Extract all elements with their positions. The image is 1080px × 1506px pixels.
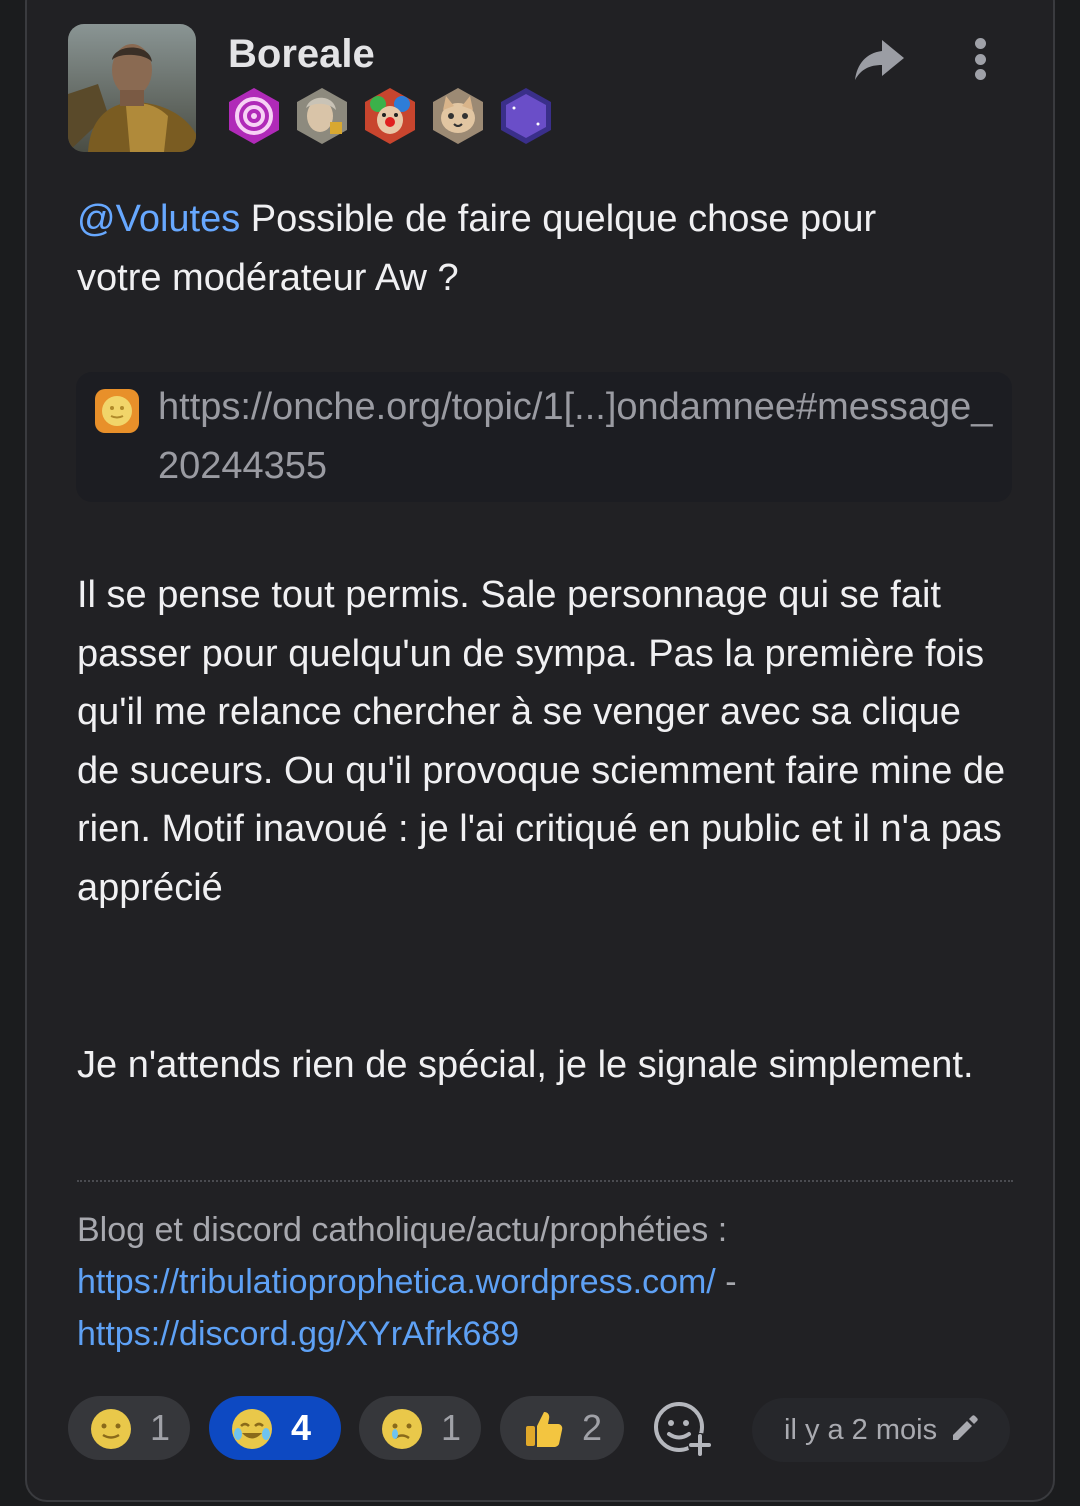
reaction-count: 2 (582, 1407, 603, 1448)
timestamp: il y a 2 mois (784, 1414, 938, 1446)
share-icon[interactable] (852, 36, 906, 84)
reaction-button[interactable]: 2 (500, 1396, 624, 1460)
reaction-count: 4 (291, 1407, 312, 1448)
spiral-badge[interactable] (226, 86, 282, 146)
reaction-button[interactable]: 1 (68, 1396, 190, 1460)
user-mention[interactable]: @Volutes (77, 198, 240, 240)
cat-badge[interactable] (430, 86, 486, 146)
reaction-count: 1 (441, 1407, 462, 1448)
signature-text: Blog et discord catholique/actu/prophéti… (77, 1211, 728, 1249)
reaction-button[interactable]: 4 (209, 1396, 341, 1460)
crying-laughing-icon (232, 1409, 272, 1449)
reaction-button[interactable]: 1 (359, 1396, 481, 1460)
smiley-yellow-icon (91, 1409, 131, 1449)
username[interactable]: Boreale (228, 32, 375, 77)
user-avatar[interactable] (68, 24, 196, 152)
thumbs-up-icon (526, 1412, 563, 1447)
message-line-1: Possible de faire quelque chose pour (240, 198, 877, 240)
timestamp-pill[interactable]: il y a 2 mois (752, 1398, 1010, 1462)
message-intro: @Volutes Possible de faire quelque chose… (77, 190, 1007, 307)
message-paragraph: Il se pense tout permis. Sale personnage… (77, 574, 1006, 909)
signature-blog-link[interactable]: https://tribulatioprophetica.wordpress.c… (77, 1263, 716, 1301)
badge-row (226, 86, 554, 146)
signature-separator: - (715, 1263, 737, 1301)
more-options-icon[interactable] (962, 34, 998, 84)
add-reaction-icon[interactable] (652, 1400, 714, 1458)
embed-url[interactable]: https://onche.org/topic/1[...]ondamnee#m… (158, 378, 998, 495)
message-line-2: votre modérateur Aw ? (77, 256, 459, 299)
clown-badge[interactable] (362, 86, 418, 146)
crying-icon (382, 1409, 422, 1449)
signature-discord-link[interactable]: https://discord.gg/XYrAfrk689 (77, 1315, 519, 1353)
message-paragraph-last: Je n'attends rien de spécial, je le sign… (77, 1044, 974, 1086)
reaction-count: 1 (150, 1407, 171, 1448)
signature-divider (77, 1180, 1013, 1182)
link-embed[interactable]: https://onche.org/topic/1[...]ondamnee#m… (76, 372, 1012, 502)
moon-badge[interactable] (498, 86, 554, 146)
site-favicon-icon (95, 389, 139, 433)
edit-pencil-icon (953, 1415, 978, 1440)
signature: Blog et discord catholique/actu/prophéti… (77, 1204, 1007, 1360)
portrait-badge[interactable] (294, 86, 350, 146)
